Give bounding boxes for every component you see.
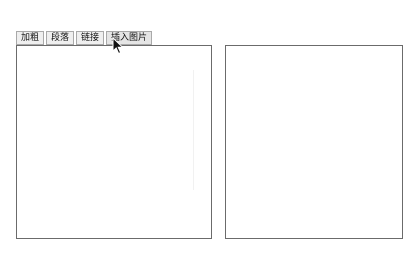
bold-button[interactable]: 加粗: [16, 31, 45, 45]
faint-divider: [193, 70, 194, 190]
arrow-pointer-icon: [112, 37, 124, 55]
editor-preview-pane: [225, 45, 403, 239]
editor-toolbar: 加粗 段落 链接 插入图片: [16, 31, 154, 45]
editor-input-pane[interactable]: [16, 45, 212, 239]
paragraph-button[interactable]: 段落: [46, 31, 75, 45]
link-button[interactable]: 链接: [76, 31, 105, 45]
